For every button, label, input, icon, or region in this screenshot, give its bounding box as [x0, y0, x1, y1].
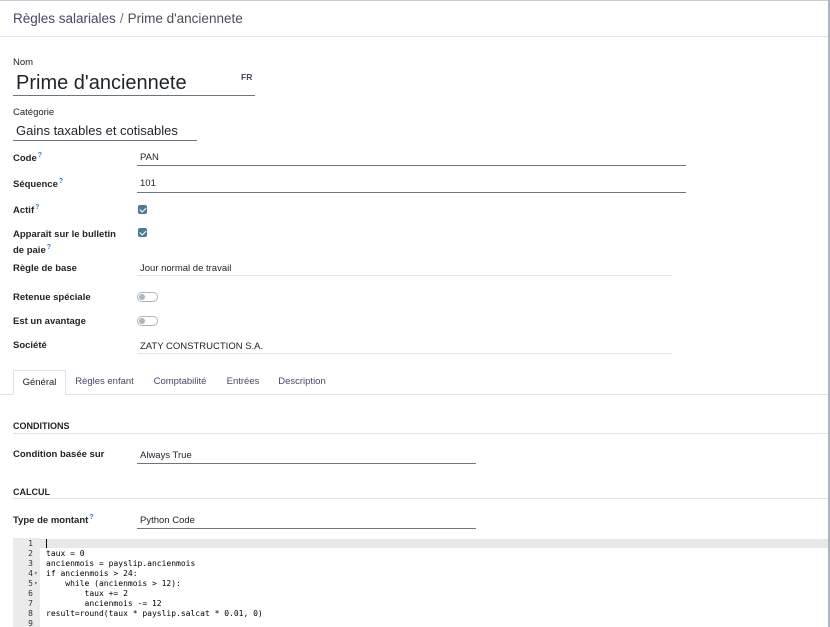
language-badge[interactable]: FR	[241, 72, 252, 82]
amount-type-label: Type de montant?	[13, 514, 94, 527]
sequence-label: Séquence?	[13, 178, 64, 191]
breadcrumb-separator: /	[119, 11, 124, 26]
category-label: Catégorie	[13, 107, 55, 118]
line-number: 5	[28, 579, 33, 588]
python-code-editor[interactable]: 1 2 taux = 0 3 ancienmois = payslip.ancienmo…	[13, 538, 828, 627]
code-label: Code?	[13, 152, 43, 165]
special-retention-toggle[interactable]	[137, 292, 158, 302]
breadcrumb-parent-link[interactable]: Règles salariales	[13, 11, 116, 26]
line-number: 6	[28, 589, 33, 598]
company-input[interactable]: ZATY CONSTRUCTION S.A.	[137, 341, 672, 354]
line-number: 8	[28, 609, 33, 618]
tab-description[interactable]: Description	[272, 370, 332, 394]
category-input[interactable]: Gains taxables et cotisables	[13, 120, 197, 141]
benefit-toggle[interactable]	[137, 316, 158, 326]
tab-child-rules[interactable]: Règles enfant	[70, 370, 139, 394]
name-input[interactable]: Prime d'anciennete	[13, 70, 255, 96]
code-text: while (ancienmois > 12):	[46, 579, 181, 588]
line-number: 9	[28, 619, 33, 627]
tabs-divider	[0, 394, 828, 395]
help-icon[interactable]: ?	[35, 204, 39, 211]
condition-based-on-label: Condition basée sur	[13, 449, 105, 460]
active-checkbox[interactable]	[138, 205, 147, 214]
text-cursor	[46, 539, 47, 548]
tab-general[interactable]: Général	[13, 370, 66, 395]
code-text: result=round(taux * payslip.salcat * 0.0…	[46, 609, 263, 618]
company-label: Société	[13, 340, 47, 351]
active-label: Actif?	[13, 204, 40, 217]
code-input[interactable]: PAN	[137, 152, 686, 166]
base-rule-label: Règle de base	[13, 263, 77, 274]
payslip-checkbox[interactable]	[138, 228, 147, 237]
sequence-input[interactable]: 101	[137, 178, 686, 193]
calcul-section-title: CALCUL	[13, 487, 50, 497]
code-text: taux += 2	[46, 589, 128, 598]
base-rule-input[interactable]: Jour normal de travail	[137, 263, 672, 276]
breadcrumb: Règles salariales / Prime d'anciennete	[13, 11, 243, 26]
help-icon[interactable]: ?	[59, 178, 63, 185]
name-label: Nom	[13, 57, 34, 68]
help-icon[interactable]: ?	[38, 152, 42, 159]
help-icon[interactable]: ?	[47, 244, 51, 251]
active-line-highlight	[13, 539, 828, 548]
benefit-label: Est un avantage	[13, 316, 86, 327]
tab-accounting[interactable]: Comptabilité	[146, 370, 214, 394]
line-number: 1	[28, 539, 33, 548]
tab-inputs[interactable]: Entrées	[222, 370, 264, 394]
code-text: ancienmois -= 12	[46, 599, 162, 608]
code-text: ancienmois = payslip.ancienmois	[46, 559, 196, 568]
conditions-section-title: CONDITIONS	[13, 421, 70, 431]
line-number: 7	[28, 599, 33, 608]
payslip-label: Apparaît sur le bulletin de paie?	[13, 229, 116, 256]
code-text: if ancienmois > 24:	[46, 569, 138, 578]
calcul-section-divider	[13, 498, 828, 499]
special-retention-label: Retenue spéciale	[13, 292, 91, 303]
line-number: 2	[28, 549, 33, 558]
code-text: taux = 0	[46, 549, 85, 558]
fold-toggle-icon[interactable]: ▾	[34, 569, 38, 579]
fold-toggle-icon[interactable]: ▾	[34, 579, 38, 589]
condition-based-on-select[interactable]: Always True	[137, 450, 476, 464]
amount-type-select[interactable]: Python Code	[137, 515, 476, 529]
line-number: 3	[28, 559, 33, 568]
conditions-section-divider	[13, 433, 828, 434]
line-number: 4	[28, 569, 33, 578]
help-icon[interactable]: ?	[89, 514, 93, 521]
breadcrumb-current: Prime d'anciennete	[127, 11, 243, 26]
window-top-border	[0, 0, 830, 1]
header-divider	[0, 36, 828, 37]
